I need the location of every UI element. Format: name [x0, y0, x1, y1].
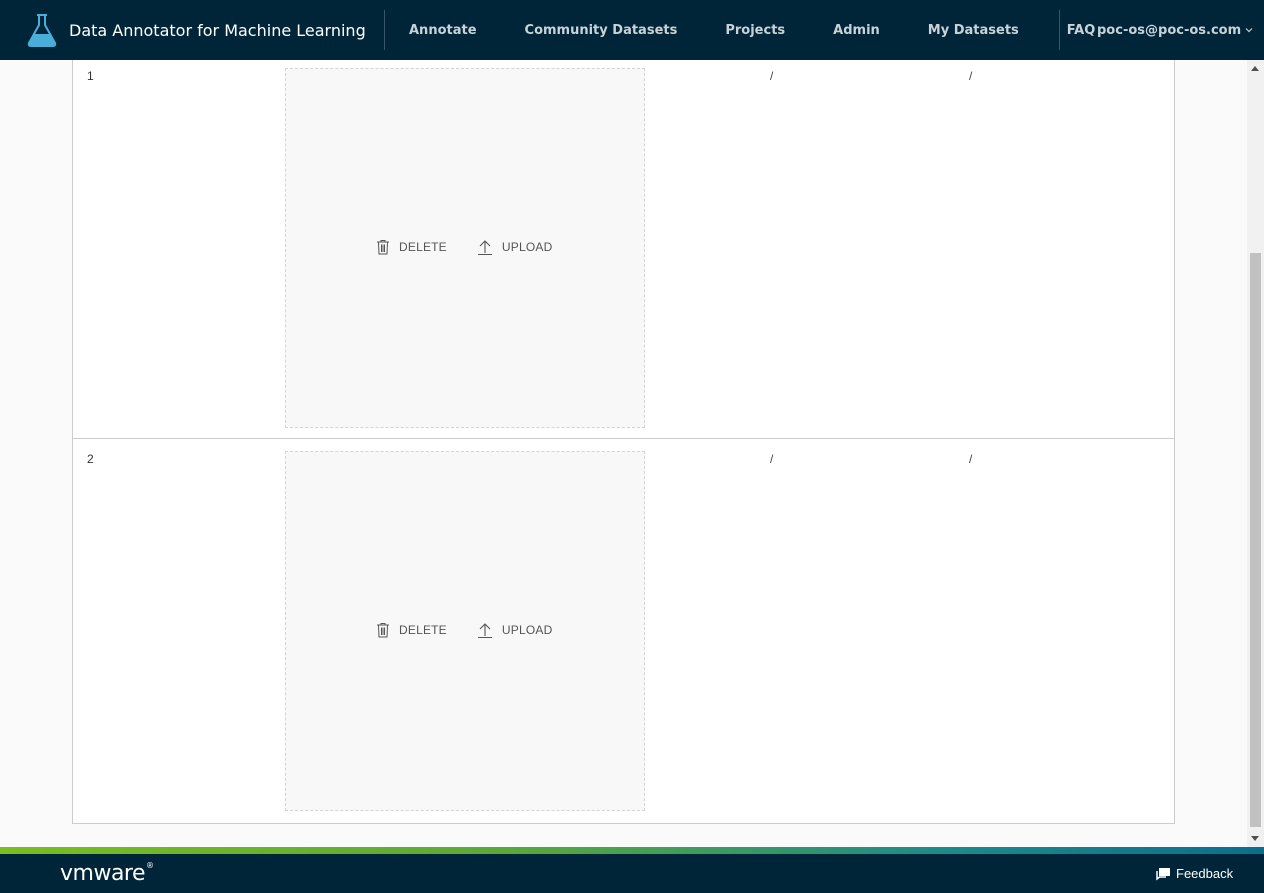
page-scrollbar[interactable] [1247, 60, 1264, 847]
main-nav: Annotate Community Datasets Projects Adm… [385, 0, 1119, 60]
dataset-table: 1 DELETE UPLOAD / / 2 DELETE UPLOAD / / [72, 60, 1175, 824]
nav-projects[interactable]: Projects [701, 23, 809, 38]
cell-value: / [770, 452, 774, 466]
nav-annotate[interactable]: Annotate [385, 23, 501, 38]
nav-community-datasets[interactable]: Community Datasets [501, 23, 702, 38]
upload-arrow-icon [477, 240, 492, 255]
dropzone-actions: DELETE UPLOAD [376, 622, 582, 638]
upload-arrow-icon [477, 623, 492, 638]
user-menu[interactable]: poc-os@poc-os.com [1097, 0, 1253, 60]
upload-button[interactable]: UPLOAD [477, 239, 553, 255]
footer-stripe [0, 847, 1264, 854]
delete-button[interactable]: DELETE [376, 622, 447, 638]
cell-value: / [969, 452, 973, 466]
image-dropzone[interactable]: DELETE UPLOAD [285, 451, 645, 811]
app-title: Data Annotator for Machine Learning [69, 20, 366, 40]
brand[interactable]: Data Annotator for Machine Learning [0, 0, 384, 60]
vmware-logo-text: vmware [60, 861, 146, 886]
feedback-label: Feedback [1176, 866, 1234, 881]
header-divider-right [1059, 10, 1060, 50]
upload-label: UPLOAD [501, 623, 553, 637]
feedback-icon [1156, 867, 1170, 881]
nav-my-datasets[interactable]: My Datasets [904, 23, 1043, 38]
trash-icon [377, 240, 389, 255]
nav-admin[interactable]: Admin [809, 23, 904, 38]
row-index: 2 [87, 452, 94, 466]
image-dropzone[interactable]: DELETE UPLOAD [285, 68, 645, 428]
scroll-down-arrow[interactable] [1251, 836, 1259, 841]
user-email: poc-os@poc-os.com [1097, 22, 1242, 38]
trash-icon [377, 623, 389, 638]
cell-value: / [770, 69, 774, 83]
app-header: Data Annotator for Machine Learning Anno… [0, 0, 1264, 60]
feedback-button[interactable]: Feedback [1156, 854, 1233, 893]
upload-label: UPLOAD [501, 240, 553, 254]
scroll-thumb[interactable] [1250, 253, 1261, 827]
upload-button[interactable]: UPLOAD [477, 622, 553, 638]
table-row: 2 DELETE UPLOAD / / [73, 440, 1174, 823]
table-row: 1 DELETE UPLOAD / / [73, 60, 1174, 439]
cell-value: / [969, 69, 973, 83]
delete-label: DELETE [399, 240, 447, 254]
delete-label: DELETE [399, 623, 447, 637]
flask-icon [27, 14, 57, 47]
delete-button[interactable]: DELETE [376, 239, 447, 255]
app-footer: vmware® Feedback [0, 854, 1264, 893]
row-index: 1 [87, 69, 94, 83]
chevron-down-icon [1245, 28, 1253, 33]
vmware-logo: vmware® [60, 861, 154, 886]
scroll-up-arrow[interactable] [1251, 66, 1259, 71]
dropzone-actions: DELETE UPLOAD [376, 239, 582, 255]
